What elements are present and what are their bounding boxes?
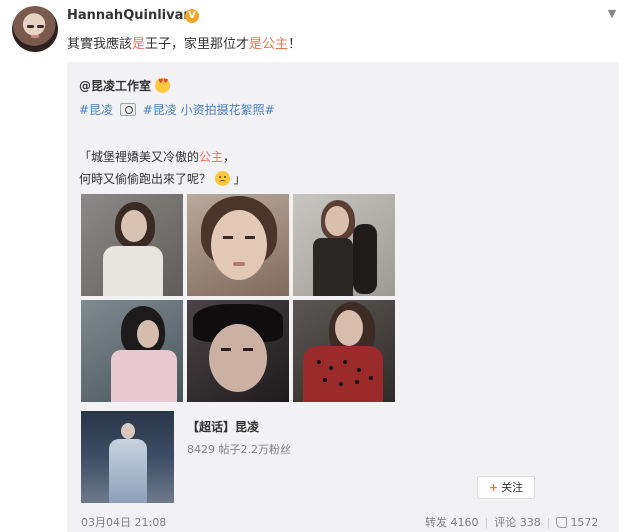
plus-icon: +	[488, 481, 499, 494]
verified-badge-icon: V	[185, 9, 199, 23]
chevron-down-icon[interactable]: ▼	[604, 6, 620, 22]
avatar-eye	[27, 25, 34, 28]
crying-emoji-icon	[214, 171, 230, 186]
divider: |	[546, 516, 551, 529]
topic-title[interactable]: 【超话】昆凌	[187, 418, 259, 435]
caption-line-2: 何時又偷偷跑出來了呢？ 」	[79, 170, 246, 187]
action-bar: 转发 4160 | 评论 338 | 1572	[425, 514, 598, 530]
heart-eyes-emoji-icon	[155, 78, 170, 93]
like-count: 1572	[570, 516, 599, 529]
topic-stats: 8429 帖子2.2万粉丝	[187, 443, 291, 456]
photo-thumbnail[interactable]	[187, 300, 289, 402]
post-text-highlight: 是	[132, 37, 146, 52]
repost-card: @昆凌工作室 #昆凌 #昆凌 小资拍摄花絮照# 「城堡裡嬌美又冷傲的公主， 何時…	[67, 62, 619, 532]
photo-thumbnail[interactable]	[293, 194, 395, 296]
username[interactable]: HannahQuinlivan	[67, 8, 193, 23]
avatar[interactable]	[12, 6, 58, 52]
post-text: 其實我應該是王子，家里那位才是公主！	[67, 33, 301, 52]
avatar-mouth	[31, 35, 39, 38]
post-text-part: 其實我應該	[67, 37, 133, 52]
tag-link-photoshoot[interactable]: #昆凌 小资拍摄花絮照#	[143, 103, 275, 117]
topic-figure-body	[109, 439, 147, 503]
caption-highlight: 公主	[199, 150, 224, 164]
follow-button[interactable]: + 关注	[477, 476, 535, 499]
photo-grid	[81, 194, 397, 402]
topic-figure-head	[121, 423, 135, 439]
caption-line-1: 「城堡裡嬌美又冷傲的公主，	[79, 148, 235, 165]
post-text-part: 王子，家里那位才	[145, 37, 250, 52]
photo-thumbnail[interactable]	[81, 300, 183, 402]
tag-row: #昆凌 #昆凌 小资拍摄花絮照#	[79, 101, 275, 118]
caption-part: 「城堡裡嬌美又冷傲的	[79, 150, 200, 164]
tag-link-kunling[interactable]: #昆凌	[79, 103, 113, 117]
post-text-highlight: 是公主	[249, 37, 289, 52]
thumbs-up-icon	[556, 517, 568, 528]
avatar-eye	[37, 25, 44, 28]
photo-thumbnail[interactable]	[187, 194, 289, 296]
follow-label: 关注	[501, 481, 524, 494]
comment-button[interactable]: 评论 338	[494, 516, 541, 529]
caption-part: 」	[233, 172, 246, 186]
post-text-part: ！	[288, 37, 302, 52]
divider: |	[484, 516, 489, 529]
photo-thumbnail[interactable]	[293, 300, 395, 402]
like-button[interactable]: 1572	[556, 516, 598, 529]
photo-thumbnail[interactable]	[81, 194, 183, 296]
original-author-link[interactable]: @昆凌工作室	[79, 77, 151, 94]
caption-part: 何時又偷偷跑出來了呢？	[79, 172, 212, 186]
topic-thumbnail[interactable]	[81, 411, 174, 503]
post-timestamp[interactable]: 03月04日 21:08	[81, 514, 166, 530]
camera-icon	[119, 103, 136, 116]
caption-part: ，	[223, 150, 236, 164]
forward-button[interactable]: 转发 4160	[425, 516, 479, 529]
